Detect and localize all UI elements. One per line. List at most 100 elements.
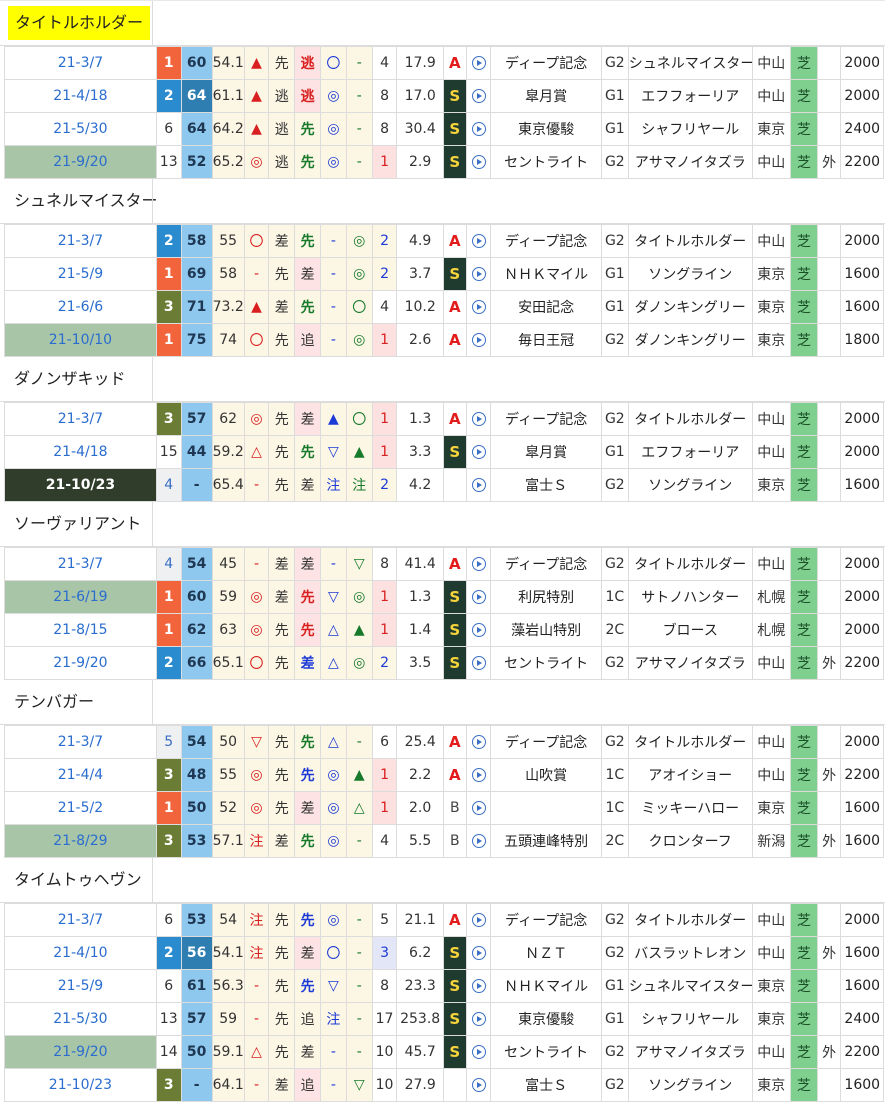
play-circle-icon[interactable]	[471, 1012, 486, 1026]
play-circle-icon[interactable]	[465, 758, 492, 792]
play-circle-icon[interactable]	[465, 468, 492, 502]
play-circle-icon[interactable]	[465, 824, 492, 858]
play-circle-icon[interactable]	[471, 478, 486, 492]
play-circle-icon[interactable]	[471, 946, 486, 960]
race-date-link[interactable]: 21-10/23	[4, 468, 157, 502]
play-circle-icon[interactable]	[471, 735, 486, 749]
winner-name: アオイショー	[627, 758, 753, 792]
race-date-link[interactable]: 21-6/6	[4, 290, 157, 324]
play-circle-icon[interactable]	[471, 801, 486, 815]
horse-header: ソーヴァリアント	[0, 502, 885, 547]
race-date-link[interactable]: 21-3/7	[4, 224, 157, 258]
play-circle-icon[interactable]	[471, 1045, 486, 1059]
race-date-link[interactable]: 21-5/9	[4, 257, 157, 291]
play-circle-icon[interactable]	[465, 580, 492, 614]
venue: 中山	[751, 758, 791, 792]
play-circle-icon[interactable]	[465, 646, 492, 680]
play-circle-icon[interactable]	[471, 412, 486, 426]
play-circle-icon[interactable]	[471, 122, 486, 136]
play-circle-icon[interactable]	[471, 56, 486, 70]
play-circle-icon[interactable]	[465, 79, 492, 113]
race-grade: G2	[600, 224, 629, 258]
play-circle-icon[interactable]	[471, 834, 486, 848]
race-date-link[interactable]: 21-9/20	[4, 145, 157, 179]
weight-value: 61.1	[211, 79, 245, 113]
play-circle-icon[interactable]	[471, 656, 486, 670]
race-name: 東京優駿	[490, 112, 602, 146]
horse-name[interactable]: タイムトゥヘヴン	[8, 863, 148, 897]
play-circle-icon[interactable]	[471, 89, 486, 103]
play-circle-icon[interactable]	[465, 46, 492, 80]
race-date-link[interactable]: 21-9/20	[4, 646, 157, 680]
odds: 1.3	[396, 580, 444, 614]
race-date-link[interactable]: 21-3/7	[4, 46, 157, 80]
play-circle-icon[interactable]	[465, 402, 492, 436]
race-date-link[interactable]: 21-10/23	[4, 1068, 157, 1102]
odds: 21.1	[396, 903, 444, 937]
play-circle-icon[interactable]	[465, 547, 492, 581]
race-date-link[interactable]: 21-10/10	[4, 323, 157, 357]
play-circle-icon[interactable]	[465, 224, 492, 258]
popularity: 1	[371, 758, 398, 792]
race-date-link[interactable]: 21-3/7	[4, 725, 157, 759]
race-date-link[interactable]: 21-8/15	[4, 613, 157, 647]
race-date-link[interactable]: 21-4/4	[4, 758, 157, 792]
play-circle-icon[interactable]	[465, 257, 492, 291]
horse-name[interactable]: ダノンザキッド	[8, 362, 132, 396]
play-circle-icon[interactable]	[465, 1035, 492, 1069]
play-circle-icon[interactable]	[471, 1078, 486, 1092]
horse-name[interactable]: ソーヴァリアント	[8, 507, 147, 541]
play-circle-icon[interactable]	[465, 791, 492, 825]
play-circle-icon[interactable]	[471, 300, 486, 314]
horse-name[interactable]: テンバガー	[8, 685, 100, 719]
play-circle-icon[interactable]	[471, 623, 486, 637]
play-circle-icon[interactable]	[465, 613, 492, 647]
play-circle-icon[interactable]	[465, 435, 492, 469]
play-circle-icon[interactable]	[465, 725, 492, 759]
play-circle-icon[interactable]	[465, 1002, 492, 1036]
race-date-link[interactable]: 21-6/19	[4, 580, 157, 614]
race-date-link[interactable]: 21-4/18	[4, 435, 157, 469]
race-date-link[interactable]: 21-4/10	[4, 936, 157, 970]
running-style: 先	[268, 1002, 296, 1036]
play-circle-icon[interactable]	[471, 590, 486, 604]
venue: 東京	[751, 969, 791, 1003]
running-style: 先	[268, 402, 296, 436]
play-circle-icon[interactable]	[471, 768, 486, 782]
distance: 2200	[840, 1035, 884, 1069]
play-circle-icon[interactable]	[471, 913, 486, 927]
race-date-link[interactable]: 21-5/9	[4, 969, 157, 1003]
race-date-link[interactable]: 21-5/30	[4, 1002, 157, 1036]
popularity: 1	[371, 613, 398, 647]
play-circle-icon[interactable]	[471, 333, 486, 347]
horse-name[interactable]: タイトルホルダー	[8, 6, 151, 40]
race-rank-badge: S	[442, 646, 467, 680]
play-circle-icon[interactable]	[471, 267, 486, 281]
play-circle-icon[interactable]	[471, 557, 486, 571]
finish-position: 3	[155, 402, 182, 436]
race-date-link[interactable]: 21-9/20	[4, 1035, 157, 1069]
play-circle-icon[interactable]	[465, 903, 492, 937]
play-circle-icon[interactable]	[465, 290, 492, 324]
play-circle-icon[interactable]	[465, 323, 492, 357]
race-date-link[interactable]: 21-5/30	[4, 112, 157, 146]
play-circle-icon[interactable]	[471, 155, 486, 169]
play-circle-icon[interactable]	[465, 969, 492, 1003]
play-circle-icon[interactable]	[471, 445, 486, 459]
race-date-link[interactable]: 21-3/7	[4, 402, 157, 436]
race-date-link[interactable]: 21-3/7	[4, 547, 157, 581]
play-circle-icon[interactable]	[471, 234, 486, 248]
race-date-link[interactable]: 21-5/2	[4, 791, 157, 825]
race-date-link[interactable]: 21-8/29	[4, 824, 157, 858]
race-history-root: タイトルホルダー 21-3/7 1 60 54.1 ▲ 先逃〇 -4 17.9 A ディープ記念 G2…	[0, 0, 885, 1102]
play-circle-icon[interactable]	[471, 979, 486, 993]
horse-name[interactable]: シュネルマイスター	[8, 184, 164, 218]
winner-name: タイトルホルダー	[627, 402, 753, 436]
play-circle-icon[interactable]	[465, 112, 492, 146]
race-date-link[interactable]: 21-4/18	[4, 79, 157, 113]
weight-value: 65.2	[211, 145, 245, 179]
play-circle-icon[interactable]	[465, 145, 492, 179]
play-circle-icon[interactable]	[465, 936, 492, 970]
race-date-link[interactable]: 21-3/7	[4, 903, 157, 937]
play-circle-icon[interactable]	[465, 1068, 492, 1102]
